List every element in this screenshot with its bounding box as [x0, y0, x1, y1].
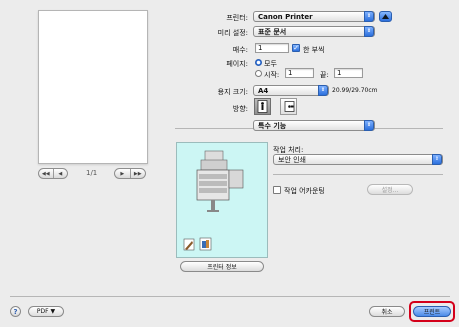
help-button[interactable]: ? — [10, 306, 21, 317]
presets-value: 표준 문서 — [258, 27, 287, 36]
paper-size-label: 용지 크기: — [217, 88, 248, 96]
popup-arrows-icon: ⇕ — [318, 85, 328, 96]
printer-popup[interactable]: Canon Printer ⇕ — [253, 11, 375, 22]
printer-illustration-panel — [176, 142, 268, 258]
job-accounting-label: 작업 어카운팅 — [284, 187, 325, 195]
page-preview — [38, 10, 148, 164]
cancel-button[interactable]: 취소 — [369, 306, 405, 317]
footer-separator — [10, 296, 450, 297]
preview-nav-back-group: ◀◀ ◀ — [38, 168, 68, 179]
pages-to-field[interactable]: 1 — [334, 68, 363, 78]
previous-page-button[interactable]: ◀ — [54, 169, 68, 178]
first-page-button[interactable]: ◀◀ — [39, 169, 54, 178]
help-icon: ? — [13, 307, 18, 316]
pages-all-radio[interactable] — [255, 59, 262, 66]
section-popup-value: 특수 기능 — [258, 121, 287, 130]
pages-range-radio[interactable] — [255, 70, 262, 77]
disclosure-button[interactable] — [379, 11, 392, 22]
preview-nav-forward-group: ▶ ▶▶ — [114, 168, 146, 179]
pages-from-label: 시작: — [264, 71, 280, 79]
next-page-button[interactable]: ▶ — [115, 169, 131, 178]
triangle-up-icon — [382, 14, 389, 19]
popup-arrows-icon: ⇕ — [364, 120, 374, 131]
presets-popup[interactable]: 표준 문서 ⇕ — [253, 26, 375, 37]
landscape-person-icon — [284, 101, 295, 112]
portrait-person-icon — [257, 100, 268, 113]
job-processing-popup[interactable]: 보안 인쇄 ⇕ — [273, 154, 443, 165]
pages-all-label: 모두 — [264, 60, 277, 68]
popup-arrows-icon: ⇕ — [364, 26, 374, 37]
pdf-button[interactable]: PDF ▼ — [28, 306, 64, 317]
printer-info-button[interactable]: 프린터 정보 — [180, 261, 264, 272]
last-page-button[interactable]: ▶▶ — [131, 169, 146, 178]
paper-size-value: A4 — [258, 86, 269, 95]
job-separator — [273, 174, 443, 175]
job-processing-value: 보안 인쇄 — [278, 155, 306, 164]
collate-label: 한 부씩 — [303, 46, 325, 54]
popup-arrows-icon: ⇕ — [364, 11, 374, 22]
section-popup[interactable]: 특수 기능 ⇕ — [253, 120, 375, 131]
pages-to-label: 끝: — [320, 71, 329, 79]
job-accounting-checkbox[interactable] — [273, 186, 281, 194]
print-button[interactable]: 프린트 — [413, 306, 451, 317]
orientation-label: 방향: — [232, 105, 248, 113]
paper-size-popup[interactable]: A4 ⇕ — [253, 85, 329, 96]
popup-arrows-icon: ⇕ — [432, 154, 442, 165]
copies-field[interactable]: 1 — [255, 43, 289, 53]
printer-value: Canon Printer — [258, 12, 313, 21]
printer-label: 프린터: — [226, 14, 248, 22]
job-accounting-settings-button[interactable]: 설정... — [367, 184, 413, 195]
pages-from-field[interactable]: 1 — [285, 68, 314, 78]
staple-job-icons — [183, 237, 212, 251]
portrait-orientation-button[interactable] — [254, 98, 271, 115]
landscape-orientation-button[interactable] — [280, 98, 297, 115]
collate-checkbox[interactable]: ✓ — [292, 44, 300, 52]
paper-dimensions: 20.99/29.70cm — [332, 87, 378, 94]
pages-label: 페이지: — [226, 60, 248, 68]
page-indicator: 1/1 — [86, 169, 98, 177]
presets-label: 미리 설정: — [217, 29, 248, 37]
copies-label: 매수: — [232, 46, 248, 54]
